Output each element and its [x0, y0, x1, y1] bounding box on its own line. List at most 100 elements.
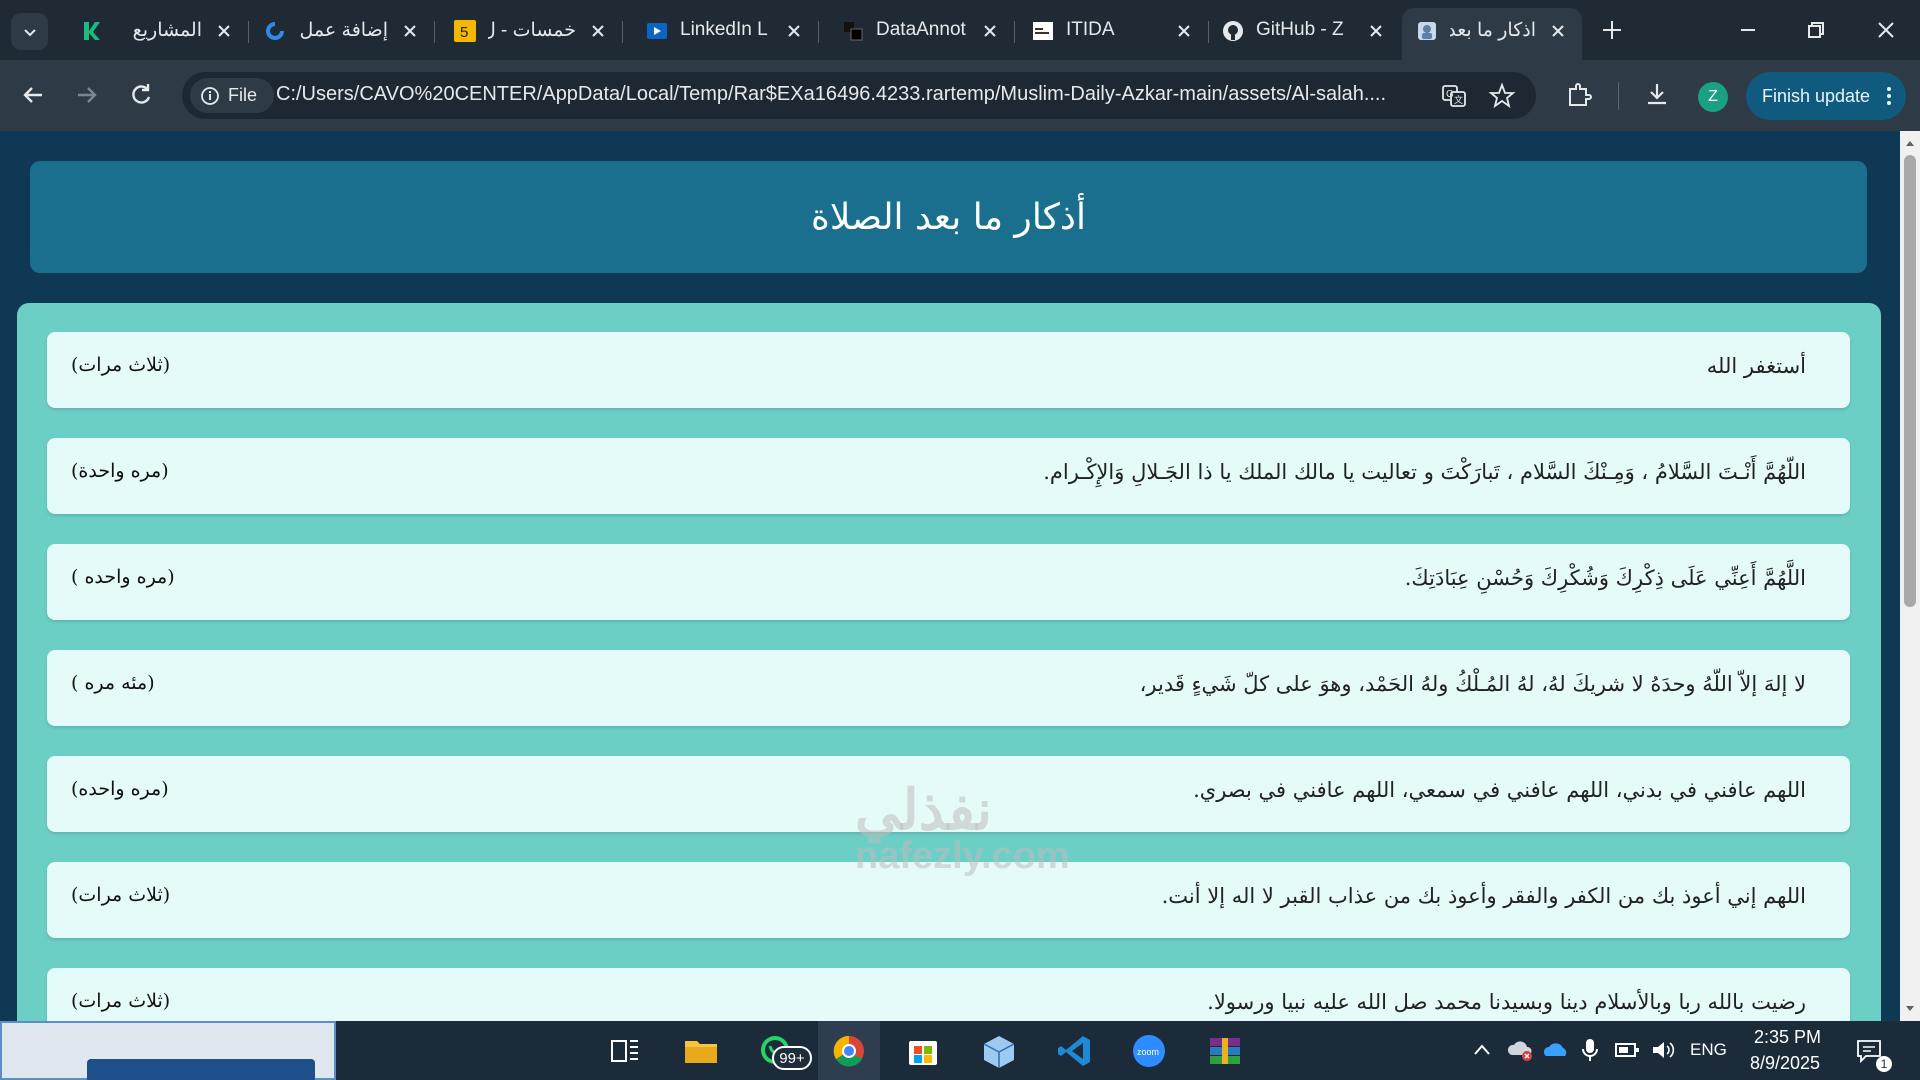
- zikr-text: اللّهُمَّ أَنْـتَ السَّلامُ ، وَمِـنْكَ …: [1043, 460, 1806, 484]
- tab-add-work[interactable]: إضافة عمل: [250, 10, 435, 52]
- onedrive-icon[interactable]: [1542, 1037, 1570, 1063]
- close-icon[interactable]: [1366, 21, 1386, 41]
- 3d-box-app-icon[interactable]: [980, 1033, 1018, 1069]
- reload-icon[interactable]: [126, 80, 156, 110]
- volume-icon[interactable]: [1650, 1039, 1676, 1061]
- mostaql-icon: [266, 22, 284, 40]
- page-header: أذكار ما بعد الصلاة: [30, 161, 1867, 273]
- cloud-error-icon[interactable]: [1506, 1037, 1534, 1063]
- extensions-icon[interactable]: [1564, 80, 1594, 110]
- battery-icon[interactable]: [1614, 1039, 1640, 1061]
- tab-search-button[interactable]: [11, 13, 48, 50]
- linkedin-learning-icon: [647, 23, 667, 39]
- back-arrow-icon[interactable]: [18, 80, 48, 110]
- zoom-icon[interactable]: zoom: [1130, 1033, 1168, 1069]
- close-icon[interactable]: [784, 21, 804, 41]
- url-text[interactable]: C:/Users/CAVO%20CENTER/AppData/Local/Tem…: [276, 83, 1426, 106]
- finish-update-button[interactable]: Finish update: [1746, 72, 1906, 120]
- translate-icon[interactable]: G文: [1440, 82, 1468, 110]
- zikr-count: (ثلاث مرات): [71, 884, 171, 906]
- zikr-text: اللَّهُمَّ أَعِنِّي عَلَى ذِكْرِكَ وَشُك…: [1404, 566, 1806, 590]
- notification-count-badge: 1: [1876, 1056, 1892, 1072]
- tab-title: إضافة عمل: [299, 20, 388, 41]
- preview-bar: [87, 1059, 315, 1080]
- profile-avatar[interactable]: Z: [1698, 82, 1728, 112]
- address-bar[interactable]: File C:/Users/CAVO%20CENTER/AppData/Loca…: [182, 72, 1536, 119]
- forward-arrow-icon[interactable]: [72, 80, 102, 110]
- scroll-up-icon[interactable]: [1904, 137, 1916, 149]
- zikr-card: لا إلهَ إلاّ اللّهُ وحدَهُ لا شريكَ لهُ،…: [47, 650, 1850, 726]
- tab-separator: [818, 21, 819, 43]
- finish-update-label: Finish update: [1762, 85, 1871, 106]
- zikr-text: أستغفر الله: [1706, 354, 1806, 378]
- scroll-thumb[interactable]: [1904, 155, 1916, 607]
- window-preview-thumbnail[interactable]: [0, 1021, 336, 1080]
- svg-text:zoom: zoom: [1137, 1047, 1159, 1057]
- tab-khamsat[interactable]: 5 خمسات - ل: [440, 10, 623, 52]
- vscode-icon[interactable]: [1056, 1033, 1094, 1069]
- tab-title: اذكار ما بعد: [1450, 20, 1536, 41]
- chevron-up-icon[interactable]: [1472, 1041, 1492, 1059]
- close-icon[interactable]: [588, 21, 608, 41]
- tab-separator: [434, 21, 435, 43]
- toolbar-divider: [1618, 82, 1619, 110]
- zikr-card: اللَّهُمَّ أَعِنِّي عَلَى ذِكْرِكَ وَشُك…: [47, 544, 1850, 620]
- tab-title: ITIDA: [1066, 19, 1115, 40]
- tab-mashari[interactable]: المشاريع: [66, 10, 249, 52]
- khamsat-5-icon: 5: [454, 20, 476, 42]
- chevron-down-icon: [23, 28, 36, 36]
- github-icon: [1223, 21, 1243, 41]
- clock-date[interactable]: 8/9/2025: [1750, 1053, 1820, 1074]
- minimize-icon[interactable]: [1734, 16, 1762, 44]
- clock-time[interactable]: 2:35 PM: [1754, 1027, 1821, 1048]
- scroll-down-icon[interactable]: [1904, 1003, 1916, 1015]
- browser-toolbar: File C:/Users/CAVO%20CENTER/AppData/Loca…: [0, 60, 1920, 131]
- file-explorer-icon[interactable]: [682, 1033, 720, 1069]
- download-icon[interactable]: [1642, 80, 1672, 110]
- winrar-icon[interactable]: [1206, 1033, 1244, 1069]
- tab-title: خمسات - ل: [488, 20, 576, 41]
- close-icon[interactable]: [214, 21, 234, 41]
- restore-icon[interactable]: [1802, 16, 1830, 44]
- more-vertical-icon: [1887, 87, 1891, 105]
- tab-separator: [248, 21, 249, 43]
- windows-taskbar: zoom ENG 2:35 PM 8/9/2025: [0, 1021, 1920, 1080]
- zikr-card: أستغفر الله (ثلاث مرات): [47, 332, 1850, 408]
- new-tab-icon[interactable]: [1600, 18, 1624, 42]
- page-favicon-icon: [1418, 22, 1436, 40]
- close-icon[interactable]: [400, 21, 420, 41]
- zikr-count: (ثلاث مرات): [71, 990, 171, 1012]
- azkar-list: أستغفر الله (ثلاث مرات) اللّهُمَّ أَنْـت…: [17, 303, 1881, 1021]
- task-view-icon[interactable]: [606, 1033, 644, 1069]
- tab-strip: المشاريع إضافة عمل 5 خمسات - ل LinkedIn …: [0, 0, 1920, 60]
- close-icon[interactable]: [980, 21, 1000, 41]
- close-icon[interactable]: [1548, 21, 1568, 41]
- web-page: أذكار ما بعد الصلاة أستغفر الله (ثلاث مر…: [0, 131, 1900, 1021]
- whatsapp-unread-badge: 99+: [772, 1046, 812, 1070]
- zikr-count: (مره واحدة): [71, 460, 169, 482]
- chrome-icon[interactable]: [830, 1033, 868, 1069]
- tab-linkedin[interactable]: LinkedIn L: [632, 10, 819, 52]
- zikr-count: (مره واحده ): [71, 566, 175, 588]
- close-icon[interactable]: [1174, 21, 1194, 41]
- site-info-label: File: [228, 85, 258, 105]
- microsoft-store-icon[interactable]: [904, 1033, 942, 1069]
- svg-text:G: G: [1446, 89, 1454, 100]
- watermark: نفذلي nafezly.com: [855, 778, 1070, 878]
- bookmark-star-icon[interactable]: [1488, 82, 1516, 110]
- site-info-chip[interactable]: File: [190, 78, 274, 113]
- tab-azkar-active[interactable]: اذكار ما بعد: [1402, 8, 1582, 60]
- language-indicator[interactable]: ENG: [1690, 1040, 1727, 1060]
- tab-itida[interactable]: ITIDA: [1018, 10, 1209, 52]
- close-window-icon[interactable]: [1872, 16, 1900, 44]
- microphone-icon[interactable]: [1580, 1037, 1600, 1063]
- tab-title: LinkedIn L: [680, 19, 768, 40]
- page-scrollbar[interactable]: [1900, 131, 1920, 1021]
- tab-title: GitHub - Z: [1256, 19, 1344, 40]
- khamsat-k-icon: [84, 22, 100, 40]
- zikr-text: اللهم عافني في بدني، اللهم عافني في سمعي…: [1193, 778, 1806, 802]
- svg-text:文: 文: [1454, 94, 1463, 105]
- tab-github[interactable]: GitHub - Z: [1208, 10, 1400, 52]
- zikr-count: (ثلاث مرات): [71, 354, 171, 376]
- tab-dataannotation[interactable]: DataAnnot: [828, 10, 1015, 52]
